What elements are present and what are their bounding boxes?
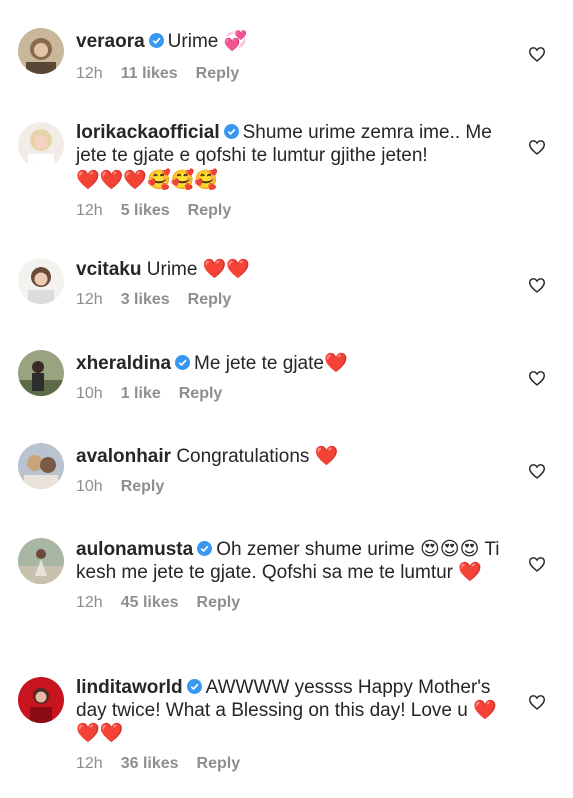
comment-username[interactable]: lorikackaofficial xyxy=(76,122,220,143)
comment-emoji: ❤️❤️ xyxy=(202,258,251,280)
comment-emoji: ❤️❤️❤️🥰🥰🥰 xyxy=(76,169,218,191)
comment-likes[interactable]: 5 likes xyxy=(121,202,170,219)
like-heart-icon[interactable] xyxy=(528,139,546,155)
reply-button[interactable]: Reply xyxy=(188,291,232,308)
comment-time: 12h xyxy=(76,755,103,772)
avatar[interactable] xyxy=(18,443,64,489)
verified-badge-icon xyxy=(186,677,202,694)
comment-username[interactable]: xheraldina xyxy=(76,353,171,374)
reply-button[interactable]: Reply xyxy=(188,202,232,219)
reply-button[interactable]: Reply xyxy=(197,594,241,611)
verified-badge-icon xyxy=(223,122,239,139)
comment-emoji: ❤️ xyxy=(458,561,482,583)
comment-emoji: ❤️ xyxy=(323,352,348,374)
comment-likes[interactable]: 45 likes xyxy=(121,594,179,611)
like-heart-icon[interactable] xyxy=(528,277,546,293)
comment-time: 12h xyxy=(76,202,103,219)
avatar[interactable] xyxy=(18,28,64,74)
comment-likes[interactable]: 36 likes xyxy=(121,755,179,772)
comment-username[interactable]: avalonhair xyxy=(76,446,171,467)
comment-likes[interactable]: 1 like xyxy=(121,385,161,402)
comment-username[interactable]: aulonamusta xyxy=(76,539,193,560)
verified-badge-icon xyxy=(197,539,213,556)
comment-username[interactable]: linditaworld xyxy=(76,677,183,698)
comment-text: Congratulations xyxy=(176,446,310,467)
like-heart-icon[interactable] xyxy=(528,463,546,479)
avatar[interactable] xyxy=(18,258,64,304)
comment-likes[interactable]: 3 likes xyxy=(121,291,170,308)
like-heart-icon[interactable] xyxy=(528,556,546,572)
avatar[interactable] xyxy=(18,122,64,168)
like-heart-icon[interactable] xyxy=(528,46,546,62)
verified-badge-icon xyxy=(175,353,191,370)
reply-button[interactable]: Reply xyxy=(197,755,241,772)
verified-badge-icon xyxy=(148,31,164,48)
comment-time: 12h xyxy=(76,65,103,82)
comment-text: Urime xyxy=(146,259,198,280)
comment-emoji: ❤️ xyxy=(314,445,339,467)
comment-likes[interactable]: 11 likes xyxy=(121,65,178,82)
reply-button[interactable]: Reply xyxy=(196,65,240,82)
comment-text: Urime xyxy=(167,31,219,52)
comment-time: 10h xyxy=(76,478,103,495)
reply-button[interactable]: Reply xyxy=(179,385,223,402)
comment-time: 12h xyxy=(76,594,103,611)
avatar[interactable] xyxy=(18,538,64,584)
comment-username[interactable]: vcitaku xyxy=(76,259,141,280)
avatar[interactable] xyxy=(18,350,64,396)
comment-username[interactable]: veraora xyxy=(76,31,145,52)
reply-button[interactable]: Reply xyxy=(121,478,165,495)
comment-list: veraora Urime 💞 12h 11 likes Reply lorikack… xyxy=(0,0,573,798)
comment-text: Me jete te gjate xyxy=(194,353,324,374)
avatar[interactable] xyxy=(18,677,64,723)
comment-emoji: 💞 xyxy=(223,30,248,52)
comment-time: 10h xyxy=(76,385,103,402)
like-heart-icon[interactable] xyxy=(528,694,546,710)
comment-time: 12h xyxy=(76,291,103,308)
like-heart-icon[interactable] xyxy=(528,370,546,386)
